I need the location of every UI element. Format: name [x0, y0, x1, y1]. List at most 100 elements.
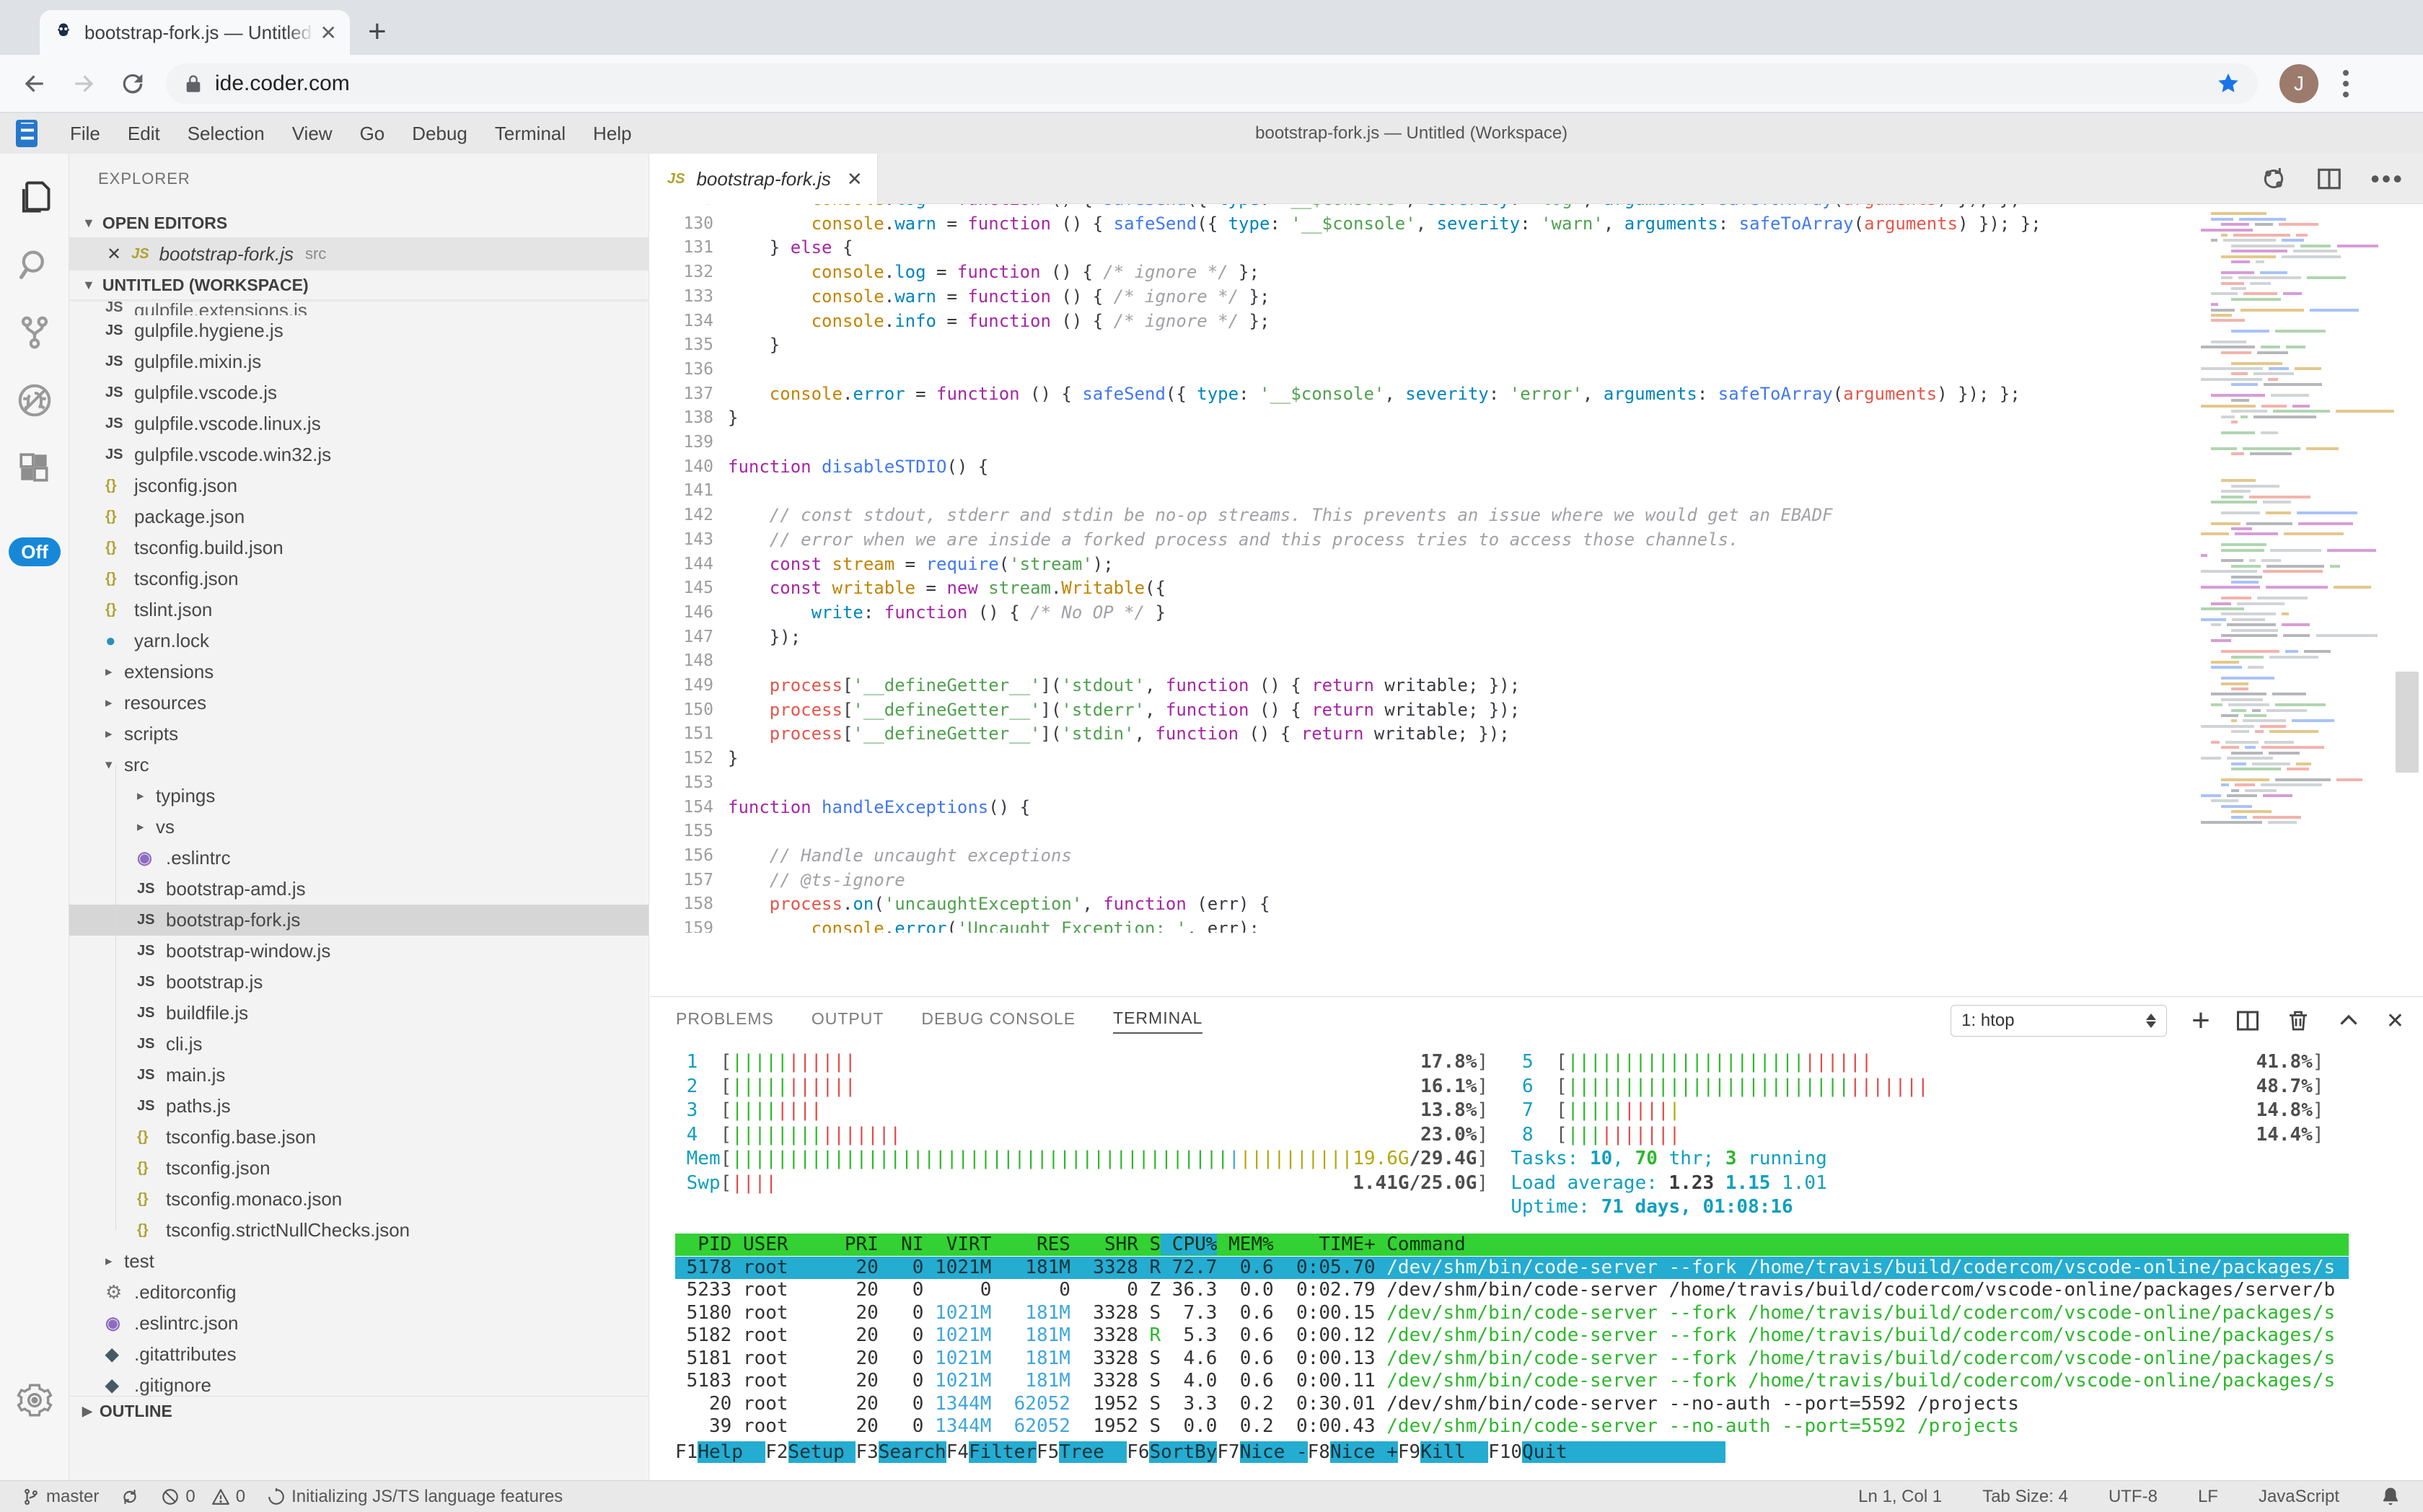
tree-item-gulpfile.extensions.js[interactable]: JSgulpfile.extensions.js	[69, 299, 648, 315]
address-bar[interactable]: ide.coder.com	[166, 63, 2258, 104]
tree-item-buildfile.js[interactable]: JSbuildfile.js	[69, 998, 648, 1029]
forward-icon[interactable]	[69, 69, 98, 98]
tree-item-tsconfig.monaco.json[interactable]: {}tsconfig.monaco.json	[69, 1184, 648, 1215]
more-actions-icon[interactable]: •••	[2370, 164, 2404, 194]
tree-item-.eslintrc[interactable]: ◉.eslintrc	[69, 843, 648, 874]
git-branch-item[interactable]: master	[22, 1487, 99, 1507]
tree-item-.editorconfig[interactable]: ⚙.editorconfig	[69, 1277, 648, 1308]
tree-item-gulpfile.vscode.win32.js[interactable]: JSgulpfile.vscode.win32.js	[69, 439, 648, 470]
tree-item-package.json[interactable]: {}package.json	[69, 501, 648, 532]
browser-tab-close-icon[interactable]: ✕	[320, 21, 337, 45]
tree-item-extensions[interactable]: ▸extensions	[69, 656, 648, 687]
tree-item-cli.js[interactable]: JScli.js	[69, 1029, 648, 1060]
htop-process-row-39[interactable]: 39 root 20 0 1344M 62052 1952 S 0.0 0.2 …	[675, 1415, 2349, 1438]
tree-item-test[interactable]: ▸test	[69, 1246, 648, 1277]
source-control-icon[interactable]	[13, 311, 56, 354]
off-badge[interactable]: Off	[9, 537, 61, 566]
settings-gear-icon[interactable]	[13, 1379, 56, 1422]
menu-file[interactable]: File	[56, 123, 114, 145]
app-logo-icon[interactable]	[16, 120, 38, 147]
tree-item-typings[interactable]: ▸typings	[69, 781, 648, 812]
extensions-icon[interactable]	[13, 447, 56, 490]
browser-menu-icon[interactable]	[2343, 70, 2349, 97]
close-icon[interactable]: ✕	[107, 244, 121, 265]
search-icon[interactable]	[13, 243, 56, 286]
minimap[interactable]	[2201, 207, 2385, 827]
tree-item-bootstrap-window.js[interactable]: JSbootstrap-window.js	[69, 936, 648, 967]
status-utf-8[interactable]: UTF-8	[2108, 1487, 2158, 1507]
tree-item-bootstrap-amd.js[interactable]: JSbootstrap-amd.js	[69, 874, 648, 905]
tree-item-yarn.lock[interactable]: ●yarn.lock	[69, 625, 648, 656]
tree-item-tsconfig.build.json[interactable]: {}tsconfig.build.json	[69, 532, 648, 563]
htop-process-row-5183[interactable]: 5183 root 20 0 1021M 181M 3328 S 4.0 0.6…	[675, 1370, 2349, 1392]
reload-icon[interactable]	[118, 69, 147, 98]
menu-debug[interactable]: Debug	[398, 123, 481, 145]
new-tab-button[interactable]: +	[368, 16, 387, 48]
htop-process-row-20[interactable]: 20 root 20 0 1344M 62052 1952 S 3.3 0.2 …	[675, 1393, 2349, 1415]
tree-item-src[interactable]: ▾src	[69, 750, 648, 781]
split-terminal-icon[interactable]	[2235, 1008, 2261, 1034]
split-editor-icon[interactable]	[2316, 165, 2343, 193]
sync-icon[interactable]	[2259, 164, 2288, 193]
editor-tab-close-icon[interactable]: ✕	[847, 168, 863, 190]
bookmark-star-icon[interactable]	[2216, 71, 2240, 96]
htop-process-row-5182[interactable]: 5182 root 20 0 1021M 181M 3328 R 5.3 0.6…	[675, 1324, 2349, 1347]
status-tab-size-4[interactable]: Tab Size: 4	[1982, 1487, 2068, 1507]
tree-item-gulpfile.hygiene.js[interactable]: JSgulpfile.hygiene.js	[69, 315, 648, 346]
status-ln-1-col-1[interactable]: Ln 1, Col 1	[1858, 1487, 1942, 1507]
status-lf[interactable]: LF	[2198, 1487, 2218, 1507]
tree-item-tsconfig.json[interactable]: {}tsconfig.json	[69, 1153, 648, 1184]
tree-item-tsconfig.json[interactable]: {}tsconfig.json	[69, 563, 648, 594]
close-panel-icon[interactable]: ✕	[2386, 1008, 2404, 1034]
explorer-icon[interactable]	[13, 175, 56, 219]
htop-process-row-5178[interactable]: 5178 root 20 0 1021M 181M 3328 R 72.7 0.…	[675, 1257, 2349, 1279]
debug-disabled-icon[interactable]	[13, 379, 56, 422]
htop-process-row-5180[interactable]: 5180 root 20 0 1021M 181M 3328 S 7.3 0.6…	[675, 1302, 2349, 1324]
new-terminal-icon[interactable]: +	[2191, 1006, 2210, 1035]
tree-item-main.js[interactable]: JSmain.js	[69, 1060, 648, 1091]
maximize-panel-icon[interactable]	[2336, 1008, 2362, 1034]
tree-item-gulpfile.vscode.linux.js[interactable]: JSgulpfile.vscode.linux.js	[69, 408, 648, 439]
status-javascript[interactable]: JavaScript	[2259, 1487, 2339, 1507]
tree-item-tsconfig.base.json[interactable]: {}tsconfig.base.json	[69, 1122, 648, 1153]
tree-item-tsconfig.strictNullChecks.json[interactable]: {}tsconfig.strictNullChecks.json	[69, 1215, 648, 1246]
htop-process-row-5233[interactable]: 5233 root 20 0 0 0 0 Z 36.3 0.0 0:02.79 …	[675, 1279, 2349, 1301]
panel-tab-terminal[interactable]: TERMINAL	[1113, 1008, 1202, 1034]
panel-tab-debug-console[interactable]: DEBUG CONSOLE	[921, 1009, 1076, 1033]
panel-tab-output[interactable]: OUTPUT	[812, 1009, 884, 1033]
browser-avatar[interactable]: J	[2279, 64, 2318, 103]
tree-item-scripts[interactable]: ▸scripts	[69, 718, 648, 750]
editor-tab[interactable]: JS bootstrap-fork.js ✕	[650, 154, 878, 204]
tree-item-.gitignore[interactable]: ◆.gitignore	[69, 1370, 648, 1396]
back-icon[interactable]	[20, 69, 49, 98]
tree-item-gulpfile.mixin.js[interactable]: JSgulpfile.mixin.js	[69, 346, 648, 377]
menu-view[interactable]: View	[278, 123, 346, 145]
outline-header[interactable]: ▶ OUTLINE	[69, 1396, 648, 1425]
menu-help[interactable]: Help	[579, 123, 645, 145]
kill-terminal-icon[interactable]	[2285, 1008, 2311, 1034]
tree-item-tslint.json[interactable]: {}tslint.json	[69, 594, 648, 625]
tree-item-.eslintrc.json[interactable]: ◉.eslintrc.json	[69, 1308, 648, 1339]
tree-item-paths.js[interactable]: JSpaths.js	[69, 1091, 648, 1122]
editor-scrollbar[interactable]	[2396, 672, 2419, 773]
tree-item-bootstrap.js[interactable]: JSbootstrap.js	[69, 967, 648, 998]
workspace-header[interactable]: ▼ UNTITLED (WORKSPACE)	[69, 271, 648, 299]
tree-item-resources[interactable]: ▸resources	[69, 687, 648, 718]
tree-item-jsconfig.json[interactable]: {}jsconfig.json	[69, 470, 648, 501]
browser-tab[interactable]: bootstrap-fork.js — Untitled (W ✕	[40, 10, 350, 55]
tree-item-bootstrap-fork.js[interactable]: JSbootstrap-fork.js	[69, 905, 648, 936]
terminal-select[interactable]: 1: htop	[1951, 1005, 2167, 1037]
code-editor[interactable]: 129 console.log = function () { safeSend…	[650, 204, 2423, 933]
panel-tab-problems[interactable]: PROBLEMS	[676, 1009, 774, 1033]
language-status-item[interactable]: Initializing JS/TS language features	[267, 1487, 563, 1507]
menu-terminal[interactable]: Terminal	[481, 123, 579, 145]
menu-go[interactable]: Go	[346, 123, 399, 145]
terminal[interactable]: 1 [||||||||||| 17.8%] 5 [|||||||||||||||…	[675, 1045, 2423, 1480]
sync-status-item[interactable]	[120, 1487, 139, 1506]
problems-item[interactable]: 0 0	[161, 1487, 245, 1507]
open-editors-header[interactable]: ▼ OPEN EDITORS	[69, 208, 648, 237]
open-editor-item[interactable]: ✕ JS bootstrap-fork.js src	[69, 237, 648, 271]
tree-item-vs[interactable]: ▸vs	[69, 812, 648, 843]
tree-item-.gitattributes[interactable]: ◆.gitattributes	[69, 1339, 648, 1370]
menu-selection[interactable]: Selection	[174, 123, 278, 145]
